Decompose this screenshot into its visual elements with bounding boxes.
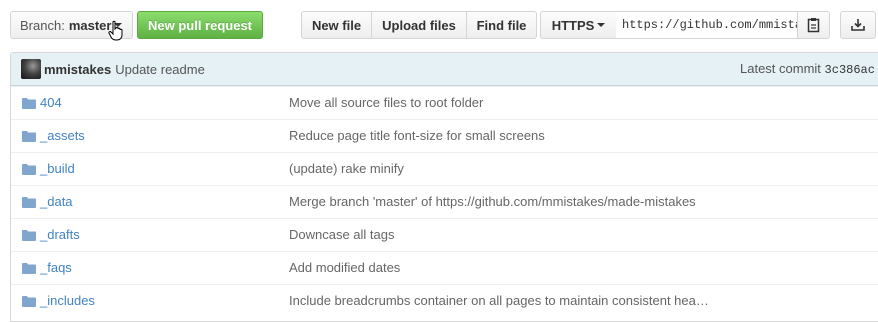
latest-commit-info: Latest commit 3c386ac: [740, 53, 875, 85]
latest-commit-bar: mmistakes Update readme Latest commit 3c…: [11, 53, 878, 86]
folder-icon: [22, 131, 36, 142]
file-name-link[interactable]: _faqs: [40, 252, 72, 284]
file-name-link[interactable]: _includes: [40, 285, 95, 317]
folder-icon: [22, 296, 36, 307]
file-name-link[interactable]: _data: [40, 186, 73, 218]
file-name-link[interactable]: _assets: [40, 120, 85, 152]
download-zip-button[interactable]: [840, 11, 876, 39]
file-name-link[interactable]: _build: [40, 153, 75, 185]
folder-icon: [22, 164, 36, 175]
file-navigation-toolbar: Branch: master New pull request New file…: [0, 0, 878, 52]
file-commit-message[interactable]: Merge branch 'master' of https://github.…: [289, 186, 696, 218]
file-commit-message[interactable]: (update) rake minify: [289, 153, 404, 185]
download-icon: [851, 19, 865, 31]
branch-prefix: Branch:: [20, 17, 65, 33]
file-commit-message[interactable]: Downcase all tags: [289, 219, 395, 251]
file-name-link[interactable]: _drafts: [40, 219, 80, 251]
caret-down-icon: [597, 23, 606, 27]
folder-icon: [22, 263, 36, 274]
table-row: 404 Move all source files to root folder: [11, 86, 878, 119]
clone-url-input[interactable]: https://github.com/mmistakes/made-mistak…: [616, 11, 798, 39]
folder-icon: [22, 230, 36, 241]
file-name-link[interactable]: 404: [40, 87, 62, 119]
table-row: _data Merge branch 'master' of https://g…: [11, 185, 878, 218]
file-commit-message[interactable]: Include breadcrumbs container on all pag…: [289, 285, 709, 317]
upload-files-button[interactable]: Upload files: [371, 11, 467, 39]
branch-name: master: [68, 17, 112, 33]
table-row: _includes Include breadcrumbs container …: [11, 284, 878, 317]
folder-icon: [22, 197, 36, 208]
protocol-label: HTTPS: [551, 17, 595, 33]
table-row: _faqs Add modified dates: [11, 251, 878, 284]
new-file-button[interactable]: New file: [301, 11, 372, 39]
table-row: _drafts Downcase all tags: [11, 218, 878, 251]
table-row: _assets Reduce page title font-size for …: [11, 119, 878, 152]
clone-protocol-button[interactable]: HTTPS: [540, 11, 617, 39]
commit-author[interactable]: mmistakes: [44, 62, 111, 77]
clipboard-icon: [807, 18, 819, 33]
latest-commit-label: Latest commit: [740, 61, 821, 76]
folder-icon: [22, 98, 36, 109]
file-commit-message[interactable]: Move all source files to root folder: [289, 87, 483, 119]
hand-pointer-cursor-icon: [108, 20, 123, 41]
file-commit-message[interactable]: Reduce page title font-size for small sc…: [289, 120, 545, 152]
commit-message[interactable]: Update readme: [115, 62, 205, 77]
file-list: mmistakes Update readme Latest commit 3c…: [10, 52, 878, 322]
new-pull-request-button[interactable]: New pull request: [137, 11, 263, 39]
copy-url-button[interactable]: [797, 11, 830, 39]
table-row: _build (update) rake minify: [11, 152, 878, 185]
avatar[interactable]: [21, 59, 41, 79]
file-actions-group: New file Upload files Find file: [301, 11, 537, 39]
find-file-button[interactable]: Find file: [466, 11, 537, 39]
commit-sha[interactable]: 3c386ac: [825, 63, 875, 77]
file-commit-message[interactable]: Add modified dates: [289, 252, 400, 284]
